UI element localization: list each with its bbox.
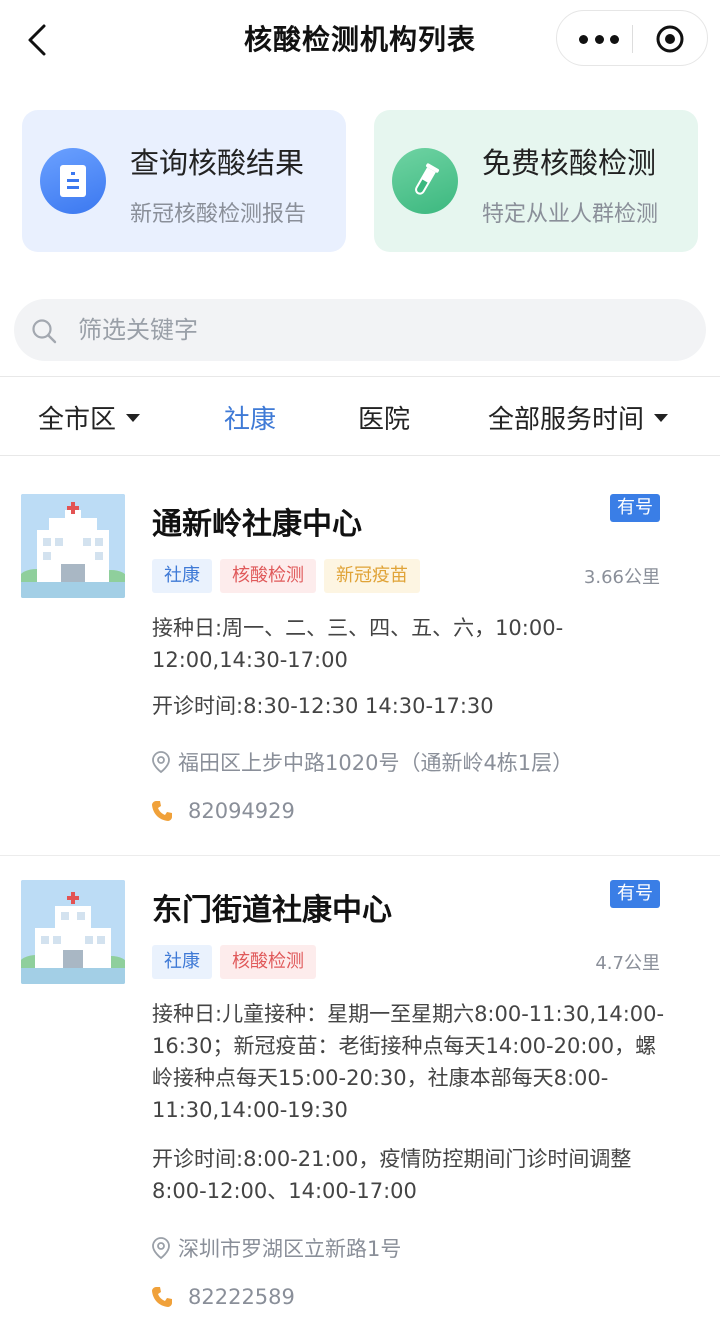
address-text: 福田区上步中路1020号（通新岭4栋1层） bbox=[178, 751, 574, 775]
availability-badge: 有号 bbox=[610, 494, 660, 522]
vaccination-schedule: 接种日:周一、二、三、四、五、六，10:00-12:00,14:30-17:00 bbox=[152, 616, 564, 672]
dot-icon bbox=[610, 34, 619, 44]
district-filter[interactable]: 全市区 bbox=[38, 399, 141, 436]
vaccination-schedule: 接种日:儿童接种：星期一至星期六8:00-11:30,14:00-16:30；新… bbox=[152, 1002, 665, 1122]
capsule-divider bbox=[632, 25, 633, 53]
location-pin-icon bbox=[152, 751, 170, 774]
dot-icon bbox=[594, 34, 604, 44]
phone-link[interactable]: 82094929 bbox=[150, 799, 295, 823]
search-bar bbox=[14, 299, 706, 361]
phone-icon bbox=[152, 1287, 172, 1307]
distance: 4.7公里 bbox=[595, 953, 660, 974]
search-icon bbox=[32, 319, 57, 344]
filter-tab-community[interactable]: 社康 bbox=[224, 399, 276, 436]
dropdown-triangle-icon bbox=[654, 413, 669, 422]
card-subtitle: 特定从业人群检测 bbox=[482, 202, 659, 227]
service-time-filter[interactable]: 全部服务时间 bbox=[488, 399, 669, 436]
filter-bar: 全市区 社康 医院 全部服务时间 bbox=[0, 376, 720, 456]
address: 福田区上步中路1020号（通新岭4栋1层） bbox=[150, 747, 573, 777]
more-button[interactable] bbox=[579, 25, 619, 53]
filter-label: 全市区 bbox=[38, 405, 117, 435]
card-subtitle: 新冠核酸检测报告 bbox=[130, 202, 307, 227]
opening-hours: 开诊时间:8:30-12:30 14:30-17:30 bbox=[152, 694, 494, 718]
close-button[interactable] bbox=[654, 23, 686, 55]
tag: 核酸检测 bbox=[220, 945, 316, 979]
list-item[interactable]: 东门街道社康中心 有号 社康 核酸检测 4.7公里 接种日:儿童接种：星期一至星… bbox=[0, 857, 720, 1335]
free-test-card[interactable]: 免费核酸检测 特定从业人群检测 bbox=[374, 110, 698, 252]
address-text: 深圳市罗湖区立新路1号 bbox=[178, 1237, 402, 1261]
opening-hours: 开诊时间:8:00-21:00，疫情防控期间门诊时间调整8:00-12:00、1… bbox=[152, 1147, 632, 1203]
phone-icon bbox=[152, 801, 172, 821]
location-pin-icon bbox=[152, 1237, 170, 1260]
filter-label: 全部服务时间 bbox=[488, 405, 645, 435]
nav-bar: 核酸检测机构列表 bbox=[0, 0, 720, 78]
distance: 3.66公里 bbox=[583, 567, 660, 588]
document-icon bbox=[40, 148, 106, 214]
hospital-image bbox=[21, 494, 125, 598]
tag: 社康 bbox=[152, 559, 212, 593]
dropdown-triangle-icon bbox=[126, 413, 141, 422]
hospital-image bbox=[21, 880, 125, 984]
tag: 核酸检测 bbox=[220, 559, 316, 593]
phone-number: 82222589 bbox=[188, 1285, 295, 1309]
card-title: 查询核酸结果 bbox=[130, 146, 305, 180]
tag-list: 社康 核酸检测 bbox=[152, 945, 316, 979]
search-input[interactable] bbox=[78, 309, 678, 351]
mini-program-capsule bbox=[556, 10, 708, 66]
availability-badge: 有号 bbox=[610, 880, 660, 908]
dot-icon bbox=[579, 34, 588, 44]
clinic-name: 东门街道社康中心 bbox=[152, 893, 392, 928]
filter-tab-hospital[interactable]: 医院 bbox=[358, 399, 410, 436]
phone-number: 82094929 bbox=[188, 799, 295, 823]
tag: 新冠疫苗 bbox=[324, 559, 420, 593]
list-item[interactable]: 通新岭社康中心 有号 社康 核酸检测 新冠疫苗 3.66公里 接种日:周一、二、… bbox=[0, 457, 720, 856]
phone-link[interactable]: 82222589 bbox=[150, 1285, 295, 1309]
clinic-name: 通新岭社康中心 bbox=[152, 507, 362, 542]
tag-list: 社康 核酸检测 新冠疫苗 bbox=[152, 559, 420, 593]
card-title: 免费核酸检测 bbox=[482, 146, 657, 180]
target-close-icon bbox=[656, 25, 684, 53]
filter-label: 医院 bbox=[358, 405, 411, 435]
tag: 社康 bbox=[152, 945, 212, 979]
test-tube-icon bbox=[392, 148, 458, 214]
address: 深圳市罗湖区立新路1号 bbox=[150, 1233, 401, 1263]
filter-label: 社康 bbox=[224, 405, 277, 435]
query-result-card[interactable]: 查询核酸结果 新冠核酸检测报告 bbox=[22, 110, 346, 252]
